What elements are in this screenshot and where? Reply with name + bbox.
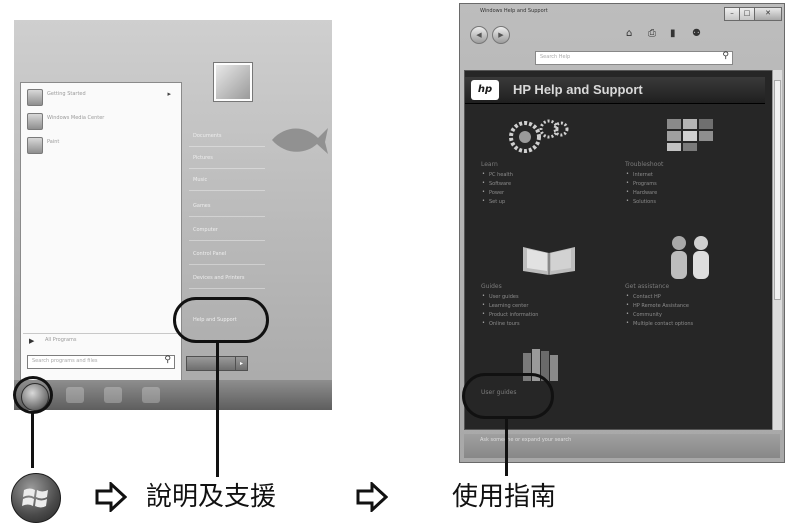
section-learn: Learn PC health Software Power Set up	[481, 161, 601, 208]
gears-icon	[509, 119, 569, 153]
arrow-right-icon	[356, 482, 388, 512]
status-bar: Ask someone or expand your search	[464, 434, 780, 458]
shutdown-button[interactable]	[186, 356, 236, 371]
status-text: Ask someone or expand your search	[480, 437, 572, 443]
section-link[interactable]: Learning center	[482, 302, 601, 309]
section-link[interactable]: Contact HP	[626, 293, 745, 300]
desktop-fish-graphic	[272, 128, 328, 154]
menu-item-computer[interactable]: Computer	[189, 220, 265, 241]
program-icon	[27, 89, 43, 106]
print-icon[interactable]: ⎙	[648, 28, 656, 39]
section-guides: Guides User guides Learning center Produ…	[481, 283, 601, 330]
program-icon	[27, 113, 43, 130]
menu-item-label: Control Panel	[193, 251, 227, 257]
section-link[interactable]: Programs	[626, 180, 745, 187]
hp-header: hp HP Help and Support	[465, 77, 765, 104]
forward-icon[interactable]: ▶	[492, 26, 510, 44]
menu-item-games[interactable]: Games	[189, 196, 265, 217]
menu-item-pictures[interactable]: Pictures	[189, 148, 265, 169]
start-menu-programs-panel: Getting Started ▸ Windows Media Center P…	[20, 82, 182, 382]
section-link[interactable]: Product information	[482, 311, 601, 318]
callout-line	[31, 413, 34, 468]
section-link[interactable]: Solutions	[626, 198, 745, 205]
browse-icon[interactable]: ▮	[670, 28, 676, 39]
arrow-right-icon	[95, 482, 127, 512]
section-link[interactable]: Software	[482, 180, 601, 187]
caption-user-guide: 使用指南	[452, 482, 557, 512]
callout-line	[505, 418, 508, 476]
section-link[interactable]: Online tours	[482, 320, 601, 327]
section-link[interactable]: Power	[482, 189, 601, 196]
taskbar	[14, 380, 332, 410]
all-programs-item[interactable]: ▶ All Programs	[23, 333, 177, 348]
ie-icon[interactable]	[66, 387, 84, 403]
callout-line	[216, 342, 219, 477]
shutdown-options-button[interactable]: ▸	[235, 356, 248, 371]
window-title: Windows Help and Support	[480, 8, 548, 14]
all-programs-label: All Programs	[45, 337, 77, 343]
section-assistance: Get assistance Contact HP HP Remote Assi…	[625, 283, 745, 330]
section-link[interactable]: User guides	[482, 293, 601, 300]
section-link[interactable]: PC health	[482, 171, 601, 178]
user-guides-callout-ring	[462, 373, 554, 419]
search-icon: ⚲	[722, 51, 729, 61]
program-item[interactable]: Getting Started ▸	[25, 87, 175, 107]
vertical-scrollbar[interactable]	[772, 70, 782, 430]
scrollbar-thumb[interactable]	[774, 80, 781, 300]
book-icon	[523, 247, 575, 275]
chevron-right-icon: ▸	[167, 90, 171, 98]
section-title: Learn	[481, 161, 498, 168]
menu-item-label: Computer	[193, 227, 218, 233]
section-link[interactable]: HP Remote Assistance	[626, 302, 745, 309]
people-icon	[671, 236, 709, 279]
tiles-icon	[667, 119, 713, 151]
start-button-callout-ring	[13, 376, 53, 414]
search-placeholder: Search Help	[540, 54, 571, 60]
program-label: Paint	[47, 139, 60, 145]
search-placeholder: Search programs and files	[32, 358, 98, 364]
back-icon[interactable]: ◀	[470, 26, 488, 44]
menu-item-label: Devices and Printers	[193, 275, 245, 281]
close-button[interactable]: ✕	[754, 7, 782, 21]
folder-icon[interactable]	[104, 387, 122, 403]
media-player-icon[interactable]	[142, 387, 160, 403]
ask-icon[interactable]: ⚉	[692, 28, 701, 39]
triangle-right-icon: ▶	[29, 337, 35, 345]
program-icon	[27, 137, 43, 154]
program-label: Windows Media Center	[47, 115, 105, 121]
menu-item-label: Music	[193, 177, 208, 183]
section-troubleshoot: Troubleshoot Internet Programs Hardware …	[625, 161, 745, 208]
section-title: Guides	[481, 283, 502, 290]
section-link[interactable]: Set up	[482, 198, 601, 205]
program-item[interactable]: Paint	[25, 135, 175, 155]
section-link[interactable]: Community	[626, 311, 745, 318]
section-link[interactable]: Internet	[626, 171, 745, 178]
menu-item-documents[interactable]: Documents	[189, 126, 265, 147]
maximize-button[interactable]: □	[739, 7, 755, 21]
menu-item-control-panel[interactable]: Control Panel	[189, 244, 265, 265]
section-link[interactable]: Hardware	[626, 189, 745, 196]
help-support-callout-ring	[173, 297, 269, 343]
menu-item-label: Games	[193, 203, 211, 209]
menu-item-label: Pictures	[193, 155, 213, 161]
menu-item-music[interactable]: Music	[189, 170, 265, 191]
start-search-input[interactable]: Search programs and files ⚲	[27, 355, 175, 369]
section-link[interactable]: Multiple contact options	[626, 320, 745, 327]
windows-flag-icon	[22, 488, 48, 508]
home-icon[interactable]: ⌂	[626, 28, 632, 39]
menu-item-label: Documents	[193, 133, 222, 139]
section-title: Troubleshoot	[625, 161, 664, 168]
caption-help-and-support: 說明及支援	[146, 482, 277, 512]
menu-item-devices-printers[interactable]: Devices and Printers	[189, 268, 265, 289]
search-icon: ⚲	[164, 355, 171, 365]
program-item[interactable]: Windows Media Center	[25, 111, 175, 131]
minimize-button[interactable]: –	[724, 7, 740, 21]
program-label: Getting Started	[47, 91, 86, 97]
hp-header-title: HP Help and Support	[513, 82, 643, 97]
windows-start-orb-icon	[11, 473, 61, 523]
help-search-input[interactable]: Search Help ⚲	[535, 51, 733, 65]
section-title: Get assistance	[625, 283, 670, 290]
hp-logo: hp	[471, 80, 499, 100]
